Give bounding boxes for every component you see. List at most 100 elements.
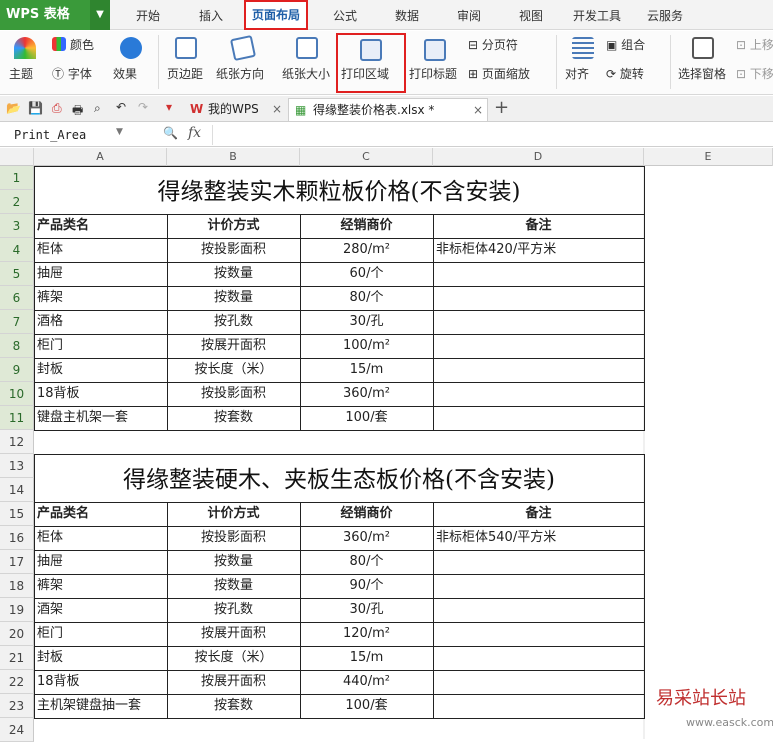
table-cell[interactable] [436,670,641,694]
print-area-icon[interactable] [360,39,382,61]
send-backward-button[interactable]: ⊡ 下移 [736,65,773,82]
save-icon[interactable]: 💾 [28,101,43,115]
table-cell[interactable]: 440/m² [303,670,430,694]
tab-document[interactable]: ▦ 得缘整装价格表.xlsx * × [288,98,488,121]
orientation-button[interactable]: 纸张方向 [216,65,264,82]
tab-review[interactable]: 审阅 [444,0,494,30]
tab-data[interactable]: 数据 [382,0,432,30]
color-icon[interactable] [52,37,66,51]
table-cell[interactable]: 柜门 [37,334,164,358]
table-cell[interactable] [436,406,641,430]
tab-developer[interactable]: 开发工具 [566,0,628,30]
table-cell[interactable]: 酒格 [37,310,164,334]
table-cell[interactable]: 按展开面积 [170,334,297,358]
table-cell[interactable]: 按长度（米） [170,358,297,382]
table-cell[interactable]: 30/孔 [303,598,430,622]
table-cell[interactable]: 键盘主机架一套 [37,406,164,430]
color-button[interactable]: 颜色 [70,36,94,53]
table-cell[interactable]: 按投影面积 [170,382,297,406]
align-icon[interactable] [572,37,594,59]
table-cell[interactable]: 15/m [303,646,430,670]
table-header-cell[interactable]: 经销商价 [303,502,430,526]
effect-button[interactable]: 效果 [113,65,137,82]
align-button[interactable]: 对齐 [565,65,589,82]
tab-cloud[interactable]: 云服务 [640,0,690,30]
bring-forward-button[interactable]: ⊡ 上移 [736,36,773,53]
table-cell[interactable] [436,646,641,670]
table-cell[interactable]: 抽屉 [37,262,164,286]
table-cell[interactable]: 柜体 [37,526,164,550]
table-cell[interactable]: 非标柜体540/平方米 [436,526,641,550]
margin-button[interactable]: 页边距 [167,65,203,82]
table-cell[interactable] [436,334,641,358]
table-header-cell[interactable]: 计价方式 [170,214,297,238]
table-header-cell[interactable]: 计价方式 [170,502,297,526]
margin-icon[interactable] [175,37,197,59]
tab-formula[interactable]: 公式 [320,0,370,30]
theme-button[interactable]: 主题 [9,65,33,82]
table-header-cell[interactable]: 备注 [436,502,641,526]
tab-my-wps[interactable]: W 我的WPS × [184,98,284,121]
formula-input[interactable] [212,125,772,145]
rotate-button[interactable]: ⟳ 旋转 [606,65,644,82]
font-button[interactable]: Ⓣ 字体 [52,65,92,82]
name-box[interactable]: Print_Area [12,126,125,144]
paper-size-icon[interactable] [296,37,318,59]
table-cell[interactable]: 封板 [37,646,164,670]
table-cell[interactable] [436,550,641,574]
table-cell[interactable]: 按孔数 [170,598,297,622]
table-cell[interactable] [436,382,641,406]
close-icon[interactable]: × [473,99,483,121]
table1-title[interactable]: 得缘整装实木颗粒板价格(不含安装) [34,168,644,216]
table2-title[interactable]: 得缘整装硬木、夹板生态板价格(不含安装) [34,456,644,504]
tab-insert[interactable]: 插入 [186,0,236,30]
table-cell[interactable]: 按投影面积 [170,238,297,262]
column-header-a[interactable]: A [34,148,167,166]
tab-view[interactable]: 视图 [506,0,556,30]
select-all-corner[interactable] [0,148,34,166]
table-header-cell[interactable]: 产品类名 [37,502,164,526]
table-cell[interactable]: 柜门 [37,622,164,646]
table-header-cell[interactable]: 产品类名 [37,214,164,238]
table-cell[interactable]: 280/m² [303,238,430,262]
table-cell[interactable]: 按投影面积 [170,526,297,550]
table-cell[interactable]: 按套数 [170,406,297,430]
table-cell[interactable] [436,598,641,622]
pdf-icon[interactable]: ⎙ [52,101,62,116]
table-cell[interactable]: 80/个 [303,286,430,310]
table-cell[interactable]: 18背板 [37,382,164,406]
table-header-cell[interactable]: 经销商价 [303,214,430,238]
table-cell[interactable] [436,622,641,646]
table-cell[interactable]: 15/m [303,358,430,382]
column-header-b[interactable]: B [167,148,300,166]
print-area-button[interactable]: 打印区域 [341,65,389,82]
table-cell[interactable]: 按数量 [170,262,297,286]
print-title-icon[interactable] [424,39,446,61]
table-cell[interactable] [436,574,641,598]
table-cell[interactable] [436,694,641,718]
table-cell[interactable]: 按数量 [170,550,297,574]
group-button[interactable]: ▣ 组合 [606,36,645,53]
table-cell[interactable]: 按长度（米） [170,646,297,670]
table-cell[interactable]: 柜体 [37,238,164,262]
page-break-button[interactable]: ⊟ 分页符 [468,36,518,53]
table-cell[interactable]: 裤架 [37,574,164,598]
quick-access-dropdown-icon[interactable]: ▾ [166,100,172,114]
select-pane-icon[interactable] [692,37,714,59]
table-cell[interactable] [436,286,641,310]
table-cell[interactable] [436,358,641,382]
table-cell[interactable]: 酒架 [37,598,164,622]
table-cell[interactable]: 按展开面积 [170,622,297,646]
table-cell[interactable]: 非标柜体420/平方米 [436,238,641,262]
table-cell[interactable]: 按孔数 [170,310,297,334]
table-cell[interactable] [436,310,641,334]
column-header-e[interactable]: E [644,148,773,166]
print-icon[interactable]: 🖶 [72,101,83,122]
orientation-icon[interactable] [229,34,257,62]
table-cell[interactable]: 360/m² [303,382,430,406]
table-cell[interactable]: 360/m² [303,526,430,550]
table-cell[interactable]: 80/个 [303,550,430,574]
table-header-cell[interactable]: 备注 [436,214,641,238]
zoom-icon[interactable]: 🔍 [163,126,178,140]
column-header-d[interactable]: D [433,148,644,166]
